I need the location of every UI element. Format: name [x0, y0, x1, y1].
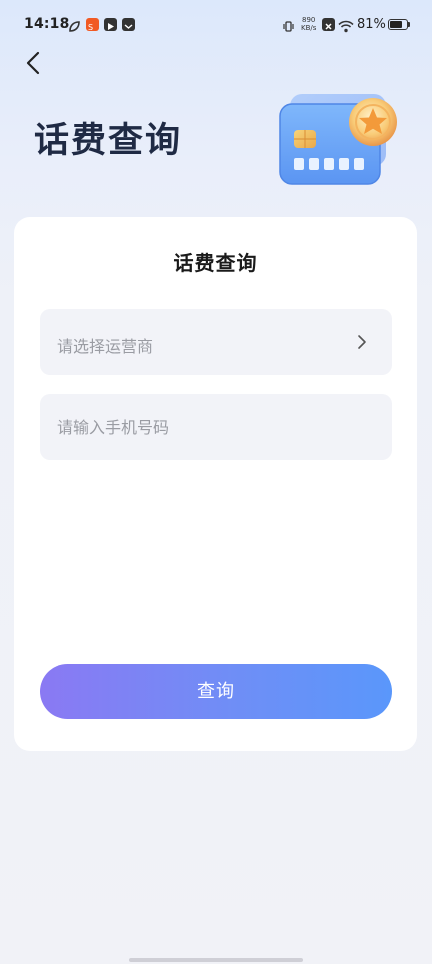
battery-level: [390, 21, 403, 28]
net-speed: 890 KB/s: [301, 16, 316, 32]
svg-text:S: S: [88, 23, 93, 32]
store-app-icon: S: [86, 18, 99, 32]
battery-percent: 81%: [357, 17, 386, 32]
phone-field: [40, 394, 392, 460]
back-button[interactable]: [18, 48, 50, 80]
no-sim-icon: [322, 18, 335, 31]
chevron-left-icon: [26, 51, 40, 75]
vibrate-icon: [282, 18, 295, 32]
carrier-select-label: 请选择运营商: [57, 337, 154, 356]
home-indicator[interactable]: [129, 958, 303, 962]
status-time: 14:18: [24, 16, 70, 32]
play-app-icon: [104, 18, 117, 31]
status-bar: 14:18 S 890 KB/s 81%: [0, 0, 432, 52]
query-card: 话费查询 请选择运营商 查询: [14, 217, 417, 751]
query-button[interactable]: 查询: [40, 664, 392, 719]
page-title: 话费查询: [34, 121, 183, 161]
battery-icon: [388, 19, 408, 30]
credit-card-star-icon: [276, 92, 406, 192]
net-speed-unit: KB/s: [301, 24, 317, 32]
carrier-select[interactable]: 请选择运营商: [40, 309, 392, 375]
card-title: 话费查询: [173, 251, 258, 275]
wifi-icon: [338, 18, 354, 33]
battery-cap: [408, 22, 410, 27]
mail-app-icon: [122, 18, 135, 31]
leaf-app-icon: [68, 18, 81, 32]
chevron-right-icon: [358, 335, 366, 349]
net-speed-value: 890: [302, 16, 316, 24]
phone-number-input[interactable]: [40, 394, 392, 460]
